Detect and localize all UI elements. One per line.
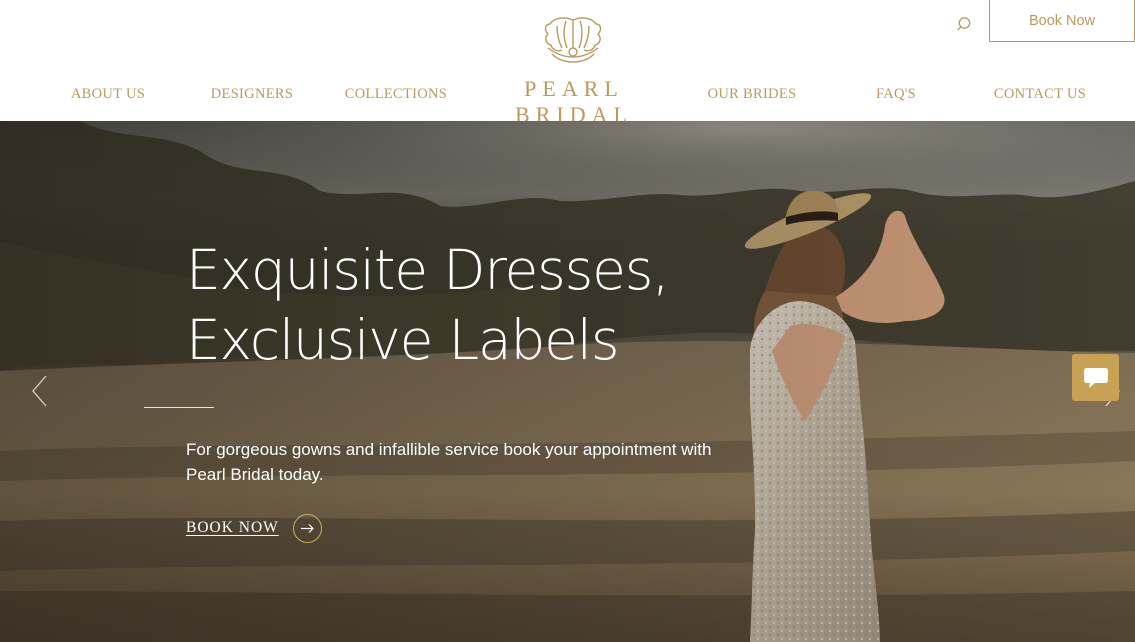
hero-title-line-2: Exclusive Labels (186, 308, 620, 372)
book-now-button[interactable]: Book Now (989, 0, 1135, 42)
nav-item-our-brides[interactable]: OUR BRIDES (700, 84, 804, 104)
hero-title: Exquisite Dresses, Exclusive Labels (186, 235, 746, 375)
search-icon[interactable] (954, 14, 974, 34)
hero-title-line-1: Exquisite Dresses, (186, 238, 670, 302)
chat-widget-button[interactable] (1072, 354, 1119, 401)
nav-item-collections[interactable]: COLLECTIONS (340, 84, 452, 104)
nav-item-faqs[interactable]: FAQ'S (856, 84, 936, 104)
arrow-right-icon[interactable] (292, 513, 322, 543)
chevron-left-icon[interactable] (30, 374, 50, 408)
hero-divider (144, 407, 214, 408)
hero-book-now-link[interactable]: BOOK NOW (186, 513, 322, 543)
hero-book-now-label[interactable]: BOOK NOW (186, 519, 279, 537)
site-header: PEARL BRIDAL ABOUT US DESIGNERS COLLECTI… (0, 0, 1135, 127)
shell-logo-icon[interactable] (542, 14, 604, 64)
chat-bubble-icon (1083, 367, 1108, 388)
hero-subtitle: For gorgeous gowns and infallible servic… (186, 440, 712, 484)
hero-overlay (0, 121, 1135, 642)
nav-item-designers[interactable]: DESIGNERS (202, 84, 302, 104)
nav-item-contact-us[interactable]: CONTACT US (988, 84, 1092, 104)
nav-item-about-us[interactable]: ABOUT US (58, 84, 158, 104)
hero-banner: Exquisite Dresses, Exclusive Labels For … (0, 121, 1135, 642)
